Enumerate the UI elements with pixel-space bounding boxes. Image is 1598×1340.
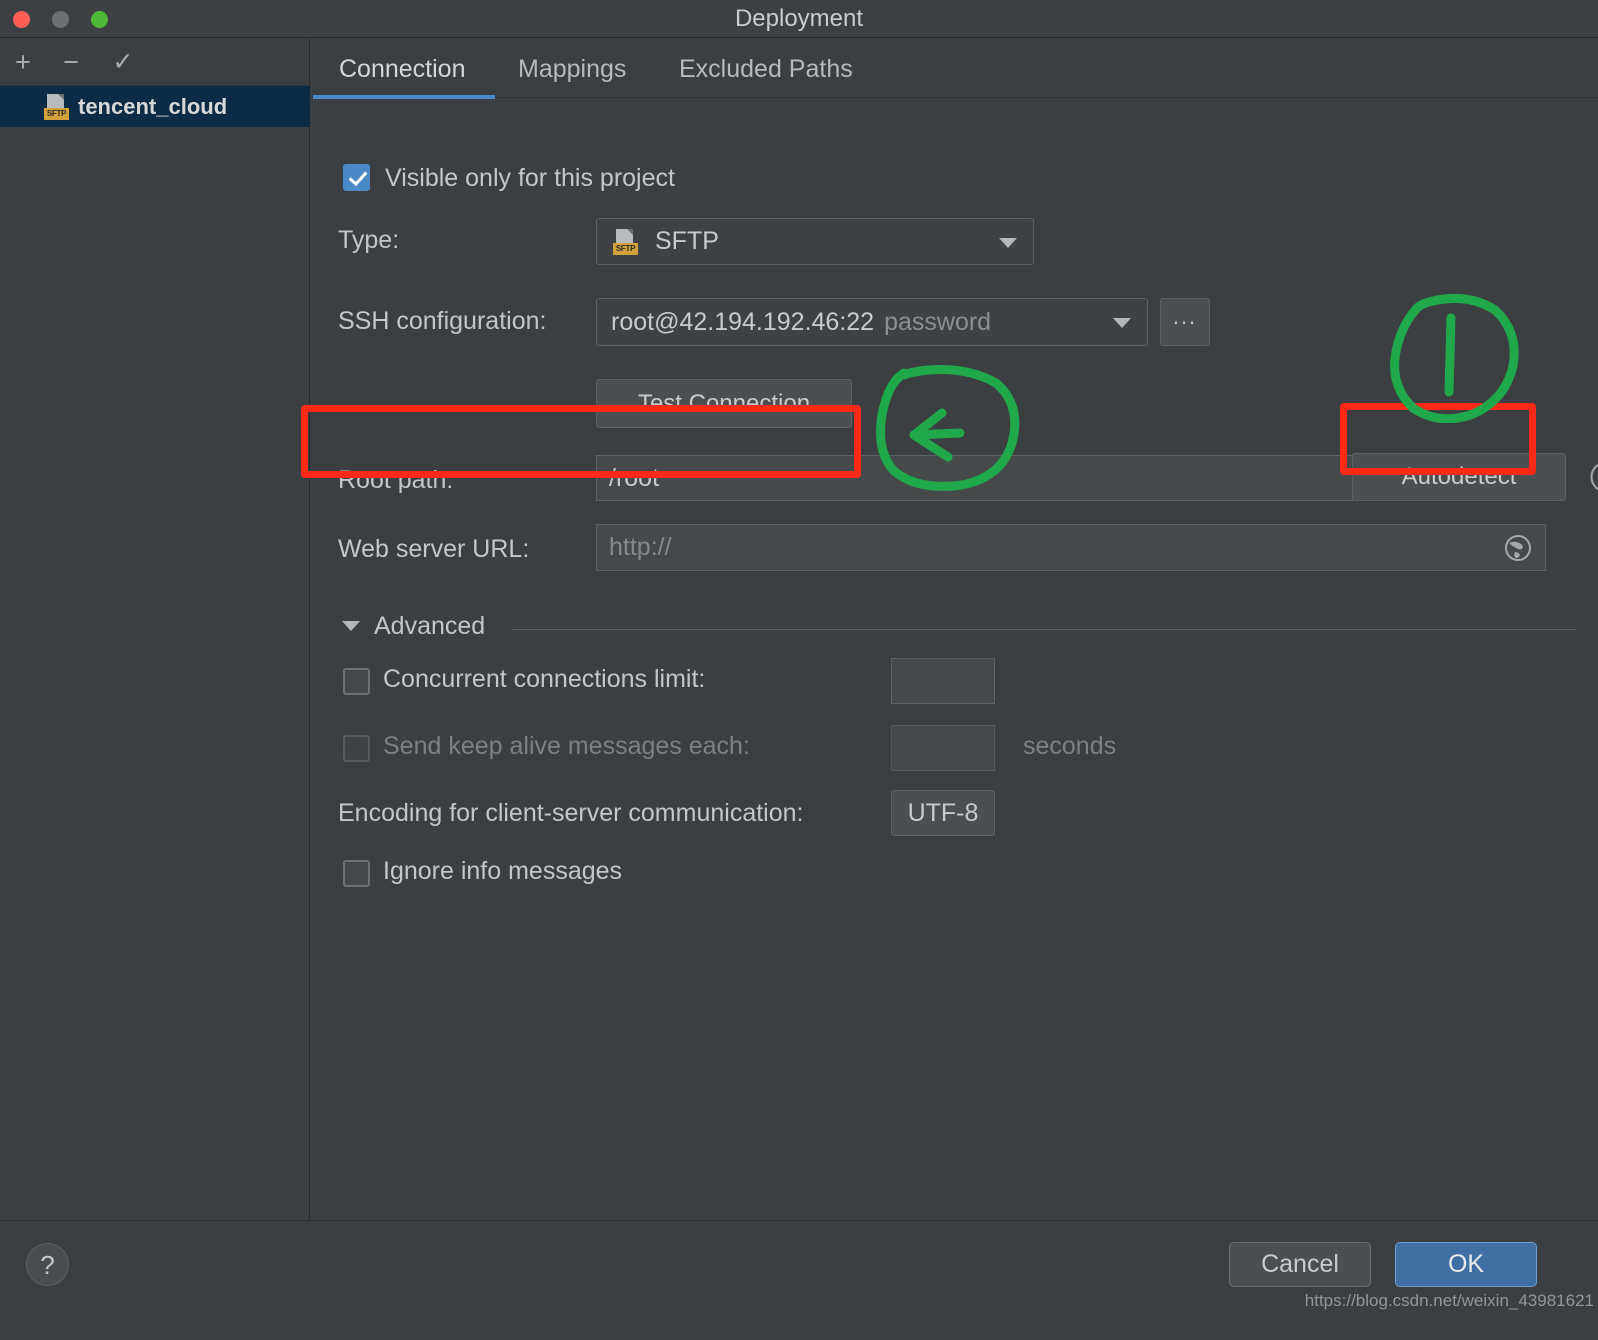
concurrent-connections-checkbox[interactable] xyxy=(343,668,370,695)
advanced-collapse-icon[interactable] xyxy=(342,621,360,631)
ignore-info-checkbox[interactable] xyxy=(343,860,370,887)
sidebar-item-tencent-cloud[interactable]: SFTP tencent_cloud xyxy=(0,86,310,127)
type-select[interactable]: SFTP SFTP xyxy=(596,218,1034,265)
ssh-configuration-select[interactable]: root@42.194.192.46:22 password xyxy=(596,298,1148,346)
encoding-value: UTF-8 xyxy=(907,798,979,827)
root-path-value: /root xyxy=(609,463,660,492)
tab-excluded-paths[interactable]: Excluded Paths xyxy=(679,38,853,98)
ssh-configuration-value: root@42.194.192.46:22 xyxy=(611,307,875,336)
visible-only-checkbox[interactable] xyxy=(343,164,370,191)
advanced-section-label: Advanced xyxy=(374,612,486,640)
keep-alive-input[interactable] xyxy=(891,725,995,771)
window-title: Deployment xyxy=(734,5,864,32)
keep-alive-checkbox[interactable] xyxy=(343,735,370,762)
tab-bar: Connection Mappings Excluded Paths xyxy=(311,38,1598,99)
active-tab-underline xyxy=(313,95,495,99)
sidebar-toolbar: + − ✓ xyxy=(0,38,310,86)
sftp-server-icon: SFTP xyxy=(44,93,69,120)
deployment-dialog: Deployment + − ✓ SFTP tencent_cloud Conn… xyxy=(0,0,1598,1340)
type-label: Type: xyxy=(338,226,400,254)
ok-button[interactable]: OK xyxy=(1395,1242,1537,1287)
tab-bar-divider xyxy=(311,97,1598,98)
chevron-down-icon xyxy=(1113,318,1131,328)
ssh-configuration-label: SSH configuration: xyxy=(338,307,547,335)
keep-alive-unit-label: seconds xyxy=(1023,732,1117,760)
chevron-down-icon xyxy=(999,237,1017,248)
tab-mappings[interactable]: Mappings xyxy=(518,38,626,98)
deployment-servers-sidebar: + − ✓ SFTP tencent_cloud xyxy=(0,38,310,1220)
check-icon[interactable]: ✓ xyxy=(100,38,146,86)
ssh-configuration-auth-type: password xyxy=(884,307,992,336)
tab-connection[interactable]: Connection xyxy=(339,38,465,98)
type-select-value: SFTP xyxy=(655,227,719,255)
sftp-type-badge-label: SFTP xyxy=(613,243,638,255)
help-icon[interactable]: ? xyxy=(1589,460,1598,494)
settings-panel: Connection Mappings Excluded Paths Visib… xyxy=(311,38,1598,1220)
title-bar: Deployment xyxy=(0,0,1598,38)
encoding-select[interactable]: UTF-8 xyxy=(891,790,995,836)
globe-icon[interactable] xyxy=(1503,533,1533,563)
minus-icon[interactable]: − xyxy=(48,38,94,86)
ignore-info-label: Ignore info messages xyxy=(383,857,623,885)
plus-icon[interactable]: + xyxy=(0,38,46,86)
keep-alive-label: Send keep alive messages each: xyxy=(383,732,750,760)
concurrent-connections-input[interactable] xyxy=(891,658,995,704)
web-server-url-input[interactable]: http:// xyxy=(596,524,1546,571)
concurrent-connections-label: Concurrent connections limit: xyxy=(383,665,706,693)
root-path-label: Root path: xyxy=(338,466,454,494)
help-button[interactable]: ? xyxy=(26,1243,69,1286)
advanced-divider xyxy=(511,629,1577,630)
visible-only-label: Visible only for this project xyxy=(385,164,675,192)
sftp-type-icon: SFTP xyxy=(613,229,638,255)
sidebar-item-label: tencent_cloud xyxy=(78,93,228,119)
ssh-browse-button[interactable]: ... xyxy=(1160,298,1210,346)
encoding-label: Encoding for client-server communication… xyxy=(338,799,804,827)
sftp-badge-label: SFTP xyxy=(44,107,69,120)
server-list: SFTP tencent_cloud xyxy=(0,86,310,127)
watermark-url: https://blog.csdn.net/weixin_43981621 xyxy=(1304,1291,1594,1310)
cancel-button[interactable]: Cancel xyxy=(1229,1242,1371,1287)
test-connection-button[interactable]: Test Connection xyxy=(596,379,852,428)
web-server-url-label: Web server URL: xyxy=(338,535,530,563)
autodetect-button[interactable]: Autodetect xyxy=(1352,453,1566,501)
web-server-url-value: http:// xyxy=(609,533,672,561)
